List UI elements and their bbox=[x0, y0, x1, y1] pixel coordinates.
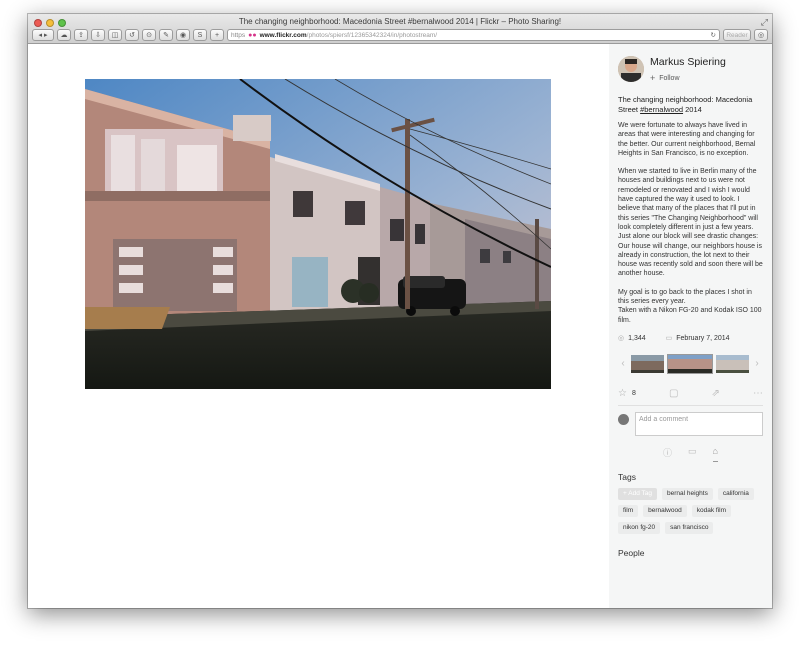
tag[interactable]: nikon fg-20 bbox=[618, 521, 661, 534]
photo-actions: ☆ 8 ▢ ⇗ ⋯ bbox=[618, 388, 763, 399]
photo-title-suffix: 2014 bbox=[683, 105, 702, 114]
follow-label: Follow bbox=[659, 74, 680, 82]
tags-heading: Tags bbox=[618, 471, 636, 482]
people-heading: People bbox=[618, 547, 645, 558]
favorite-button[interactable]: ☆ 8 bbox=[618, 388, 636, 399]
tag[interactable]: san francisco bbox=[665, 521, 714, 534]
hashtag-link[interactable]: #bernalwood bbox=[640, 105, 683, 114]
street-photo-image bbox=[85, 79, 551, 389]
description-paragraph: When we started to live in Berlin many o… bbox=[618, 168, 763, 278]
photostream-thumbnail[interactable] bbox=[715, 354, 750, 374]
description-paragraph: We were fortunate to always have lived i… bbox=[618, 122, 756, 157]
sidebar-tabs: ⓘ ▭ ⌂ bbox=[618, 446, 763, 462]
address-bar[interactable]: https ●● www.flickr.com/photos/spiersf/1… bbox=[227, 29, 720, 41]
star-icon: ☆ bbox=[618, 387, 627, 399]
views-count: ◎ 1,344 bbox=[618, 334, 646, 342]
window-title: The changing neighborhood: Macedonia Str… bbox=[238, 17, 562, 26]
thumbnail-image bbox=[668, 354, 712, 373]
avatar bbox=[618, 413, 629, 425]
tab-tags-icon[interactable]: ⌂ bbox=[712, 446, 718, 462]
photo-sidebar: Markus Spiering + Follow The changing ne… bbox=[609, 44, 772, 608]
title-bar: The changing neighborhood: Macedonia Str… bbox=[28, 14, 772, 44]
share-icon[interactable]: ⇗ bbox=[712, 388, 720, 399]
date-taken[interactable]: ▭ February 7, 2014 bbox=[666, 334, 730, 342]
new-tab-button[interactable]: + bbox=[210, 29, 224, 41]
tag[interactable]: california bbox=[717, 487, 754, 500]
browser-window: The changing neighborhood: Macedonia Str… bbox=[28, 14, 772, 608]
tags-list: + Add Tag bernal heights california film… bbox=[618, 487, 768, 534]
favorite-count: 8 bbox=[631, 389, 636, 397]
plus-icon: + bbox=[650, 73, 656, 83]
views-value: 1,344 bbox=[628, 334, 646, 342]
url-host: www.flickr.com bbox=[259, 31, 307, 39]
comment-row: Add a comment bbox=[618, 411, 763, 436]
photostream-strip: ‹ › bbox=[618, 353, 763, 374]
fullscreen-icon[interactable]: ⤢ bbox=[761, 17, 768, 28]
divider bbox=[618, 404, 763, 406]
photo-viewer bbox=[28, 44, 609, 608]
comment-icon[interactable]: ▢ bbox=[669, 388, 678, 399]
avatar-image bbox=[618, 56, 644, 82]
author-name[interactable]: Markus Spiering bbox=[650, 56, 726, 68]
browser-toolbar: ◂ ▸ ☁ ⇪ ⇩ ◫ ↺ ⊙ ✎ ◉ S + https ●● www.fli… bbox=[32, 28, 768, 42]
tab-albums-icon[interactable]: ▭ bbox=[688, 446, 697, 462]
follow-button[interactable]: + Follow bbox=[650, 73, 726, 83]
camera-icon[interactable]: ◉ bbox=[176, 29, 190, 41]
flickr-favicon-icon: ●● bbox=[248, 31, 257, 39]
tools-icon[interactable]: ✎ bbox=[159, 29, 173, 41]
thumbnail-image bbox=[631, 354, 664, 373]
chevron-right-icon[interactable]: › bbox=[752, 358, 762, 369]
photostream-thumbnail-current[interactable] bbox=[667, 353, 713, 374]
extension-icon[interactable]: ◫ bbox=[108, 29, 122, 41]
history-icon[interactable]: ↺ bbox=[125, 29, 139, 41]
description-paragraph: My goal is to go back to the places I sh… bbox=[618, 288, 752, 306]
tag[interactable]: kodak film bbox=[691, 504, 731, 517]
photostream-thumbnail[interactable] bbox=[630, 354, 665, 374]
tag[interactable]: bernal heights bbox=[661, 487, 713, 500]
url-path: /photos/spiersf/12365342324/in/photostre… bbox=[306, 31, 438, 39]
icloud-icon[interactable]: ☁ bbox=[57, 29, 71, 41]
download-icon[interactable]: ⇩ bbox=[91, 29, 105, 41]
share-icon[interactable]: ⇪ bbox=[74, 29, 88, 41]
add-tag-button[interactable]: + Add Tag bbox=[618, 487, 657, 500]
dollar-icon[interactable]: S bbox=[193, 29, 207, 41]
url-scheme: https bbox=[231, 31, 246, 39]
avatar[interactable] bbox=[618, 56, 644, 82]
tab-info-icon[interactable]: ⓘ bbox=[663, 446, 672, 462]
tag[interactable]: film bbox=[618, 504, 639, 517]
download-manager-icon[interactable]: ◎ bbox=[754, 29, 768, 41]
photo-meta: ◎ 1,344 ▭ February 7, 2014 bbox=[618, 334, 763, 342]
eye-icon: ◎ bbox=[618, 334, 625, 342]
bookmark-icon[interactable]: ⊙ bbox=[142, 29, 156, 41]
photo-description: We were fortunate to always have lived i… bbox=[618, 121, 763, 325]
tag[interactable]: bernalwood bbox=[643, 504, 687, 517]
chevron-left-icon[interactable]: ‹ bbox=[618, 358, 628, 369]
thumbnail-image bbox=[716, 354, 749, 373]
description-paragraph: Taken with a Nikon FG-20 and Kodak ISO 1… bbox=[618, 307, 762, 324]
comment-input[interactable]: Add a comment bbox=[635, 411, 763, 436]
back-forward-button[interactable]: ◂ ▸ bbox=[32, 29, 54, 41]
author-block: Markus Spiering + Follow bbox=[618, 56, 763, 83]
reader-button[interactable]: Reader bbox=[723, 29, 751, 41]
more-icon[interactable]: ⋯ bbox=[753, 388, 763, 399]
reload-icon[interactable]: ↻ bbox=[711, 31, 716, 39]
main-photo[interactable] bbox=[85, 79, 551, 389]
page-content: Markus Spiering + Follow The changing ne… bbox=[28, 44, 772, 608]
photo-title: The changing neighborhood: Macedonia Str… bbox=[618, 95, 763, 115]
calendar-icon: ▭ bbox=[665, 334, 673, 342]
date-value: February 7, 2014 bbox=[676, 334, 730, 342]
